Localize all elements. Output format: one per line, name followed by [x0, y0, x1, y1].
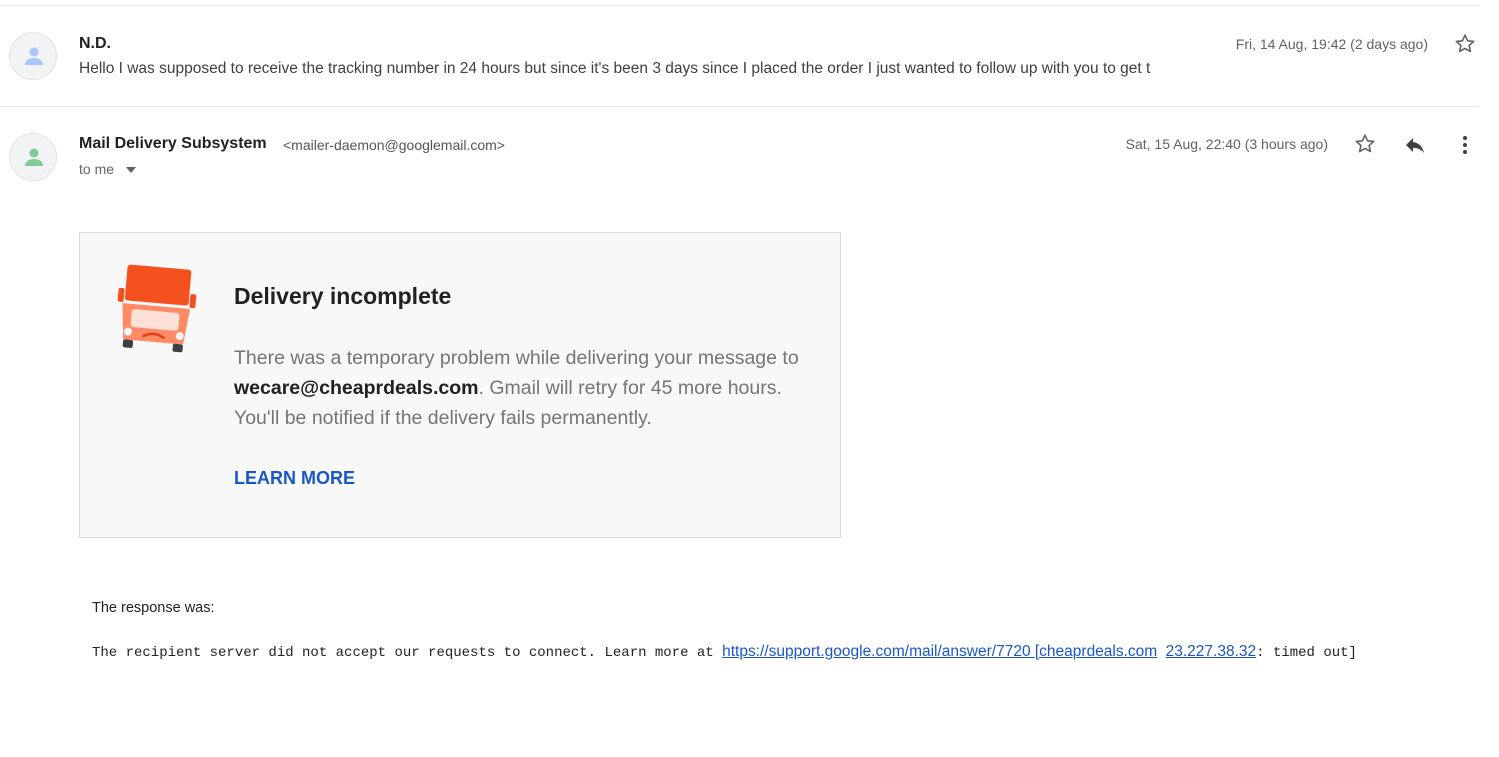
learn-more-link[interactable]: LEARN MORE: [234, 468, 355, 489]
ip-address-link[interactable]: 23.227.38.32: [1166, 643, 1257, 660]
sender-avatar[interactable]: [9, 32, 57, 80]
caret-down-icon[interactable]: [126, 167, 136, 173]
recipient-label[interactable]: to me: [79, 161, 114, 177]
sad-truck-icon: [117, 264, 197, 353]
sender-email: <mailer-daemon@googlemail.com>: [283, 137, 505, 153]
response-text: The recipient server did not accept our …: [92, 640, 1462, 665]
response-body-text: The recipient server did not accept our …: [92, 645, 723, 661]
message-snippet[interactable]: Hello I was supposed to receive the trac…: [79, 60, 1244, 78]
more-vert-icon[interactable]: [1455, 133, 1475, 157]
notice-body-text: There was a temporary problem while deli…: [234, 347, 799, 369]
star-icon[interactable]: [1453, 32, 1477, 56]
sender-name[interactable]: Mail Delivery Subsystem: [79, 135, 267, 153]
notice-title: Delivery incomplete: [234, 283, 452, 309]
sender-name[interactable]: N.D.: [79, 35, 111, 53]
response-body-text: : timed out]: [1256, 645, 1357, 661]
email-thread: N.D. Hello I was supposed to receive the…: [0, 0, 1499, 757]
message-date: Fri, 14 Aug, 19:42 (2 days ago): [1235, 36, 1428, 52]
reply-icon[interactable]: [1403, 133, 1427, 157]
sender-avatar[interactable]: [9, 133, 57, 181]
message-date: Sat, 15 Aug, 22:40 (3 hours ago): [1125, 136, 1328, 152]
message-divider: [0, 106, 1478, 107]
support-link[interactable]: https://support.google.com/mail/answer/7…: [722, 643, 1157, 660]
star-icon[interactable]: [1353, 132, 1377, 156]
person-icon: [25, 148, 43, 166]
top-divider: [0, 5, 1478, 6]
person-icon: [25, 47, 43, 65]
recipient-address: wecare@cheaprdeals.com: [234, 377, 479, 399]
notice-body: There was a temporary problem while deli…: [234, 343, 824, 433]
response-label: The response was:: [92, 600, 215, 616]
